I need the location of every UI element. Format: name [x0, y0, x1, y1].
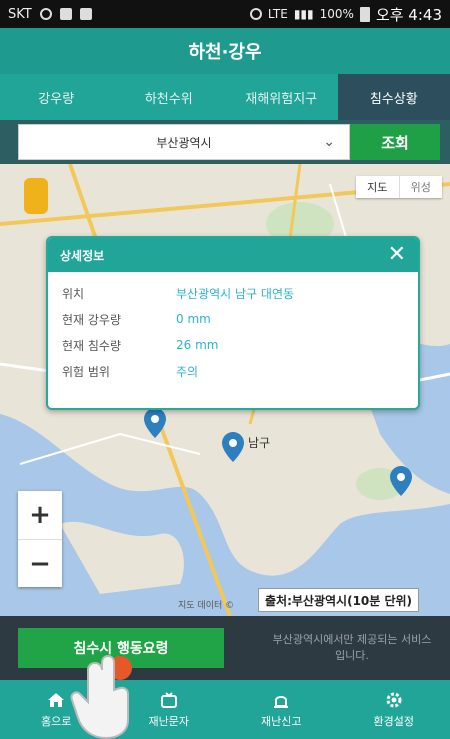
usb-icon — [39, 8, 52, 20]
query-button[interactable]: 조회 — [350, 124, 440, 160]
region-select[interactable]: 부산광역시 ⌄ — [18, 124, 350, 160]
tab-bar: 강우량 하천수위 재해위험지구 침수상황 — [0, 74, 450, 120]
battery-label: 100% — [319, 7, 354, 21]
map-type-map-button[interactable]: 지도 — [356, 176, 399, 198]
popup-row-key: 현재 침수량 — [62, 338, 122, 353]
nav-settings[interactable]: 환경설정 — [338, 680, 450, 739]
nav-disaster-report[interactable]: 재난신고 — [225, 680, 338, 739]
location-marker-icon[interactable] — [222, 432, 244, 462]
popup-title: 상세정보 — [60, 248, 105, 263]
map-attribution: 지도 데이터 © — [178, 601, 235, 611]
popup-header: 상세정보 ✕ — [48, 238, 418, 272]
region-select-value: 부산광역시 — [156, 135, 212, 150]
nav-label: 재난문자 — [148, 714, 189, 728]
map-place-label: 남구 — [248, 436, 271, 450]
bottom-nav: 홈으로 재난문자 재난신고 환경설정 — [0, 680, 450, 739]
region-selector-bar: 부산광역시 ⌄ 조회 — [0, 120, 450, 164]
popup-row-flood-depth: 현재 침수량 26 mm — [48, 332, 418, 358]
popup-row-key: 현재 강우량 — [62, 312, 122, 327]
notification-icon — [59, 8, 72, 20]
tab-rainfall[interactable]: 강우량 — [0, 74, 113, 120]
popup-row-value: 부산광역시 남구 대연동 — [176, 286, 295, 301]
popup-row-value: 주의 — [176, 364, 199, 379]
popup-row-risk-level: 위험 범위 주의 — [48, 358, 418, 384]
hand-pointer-icon — [70, 654, 129, 739]
zoom-controls: + − — [18, 491, 62, 587]
zoom-in-button[interactable]: + — [18, 491, 62, 539]
clock: 오후 4:43 — [375, 5, 442, 24]
signal-icon: ▮▮▮ — [293, 7, 314, 21]
zoom-out-button[interactable]: − — [18, 539, 62, 587]
action-bar: 침수시 행동요령 부산광역시에서만 제공되는 서비스입니다. — [0, 616, 450, 680]
location-marker-icon[interactable] — [144, 408, 166, 438]
nav-label: 환경설정 — [373, 714, 414, 728]
tab-hazard-zone[interactable]: 재해위험지구 — [225, 74, 338, 120]
tab-flood-status[interactable]: 침수상황 — [337, 74, 450, 120]
service-note: 부산광역시에서만 제공되는 서비스입니다. — [272, 633, 432, 662]
nav-label: 홈으로 — [41, 714, 72, 728]
popup-row-rainfall: 현재 강우량 0 mm — [48, 306, 418, 332]
message-icon — [159, 691, 179, 709]
home-icon — [46, 691, 66, 709]
popup-row-location: 위치 부산광역시 남구 대연동 — [48, 280, 418, 306]
popup-row-key: 위치 — [62, 286, 85, 301]
map-type-satellite-button[interactable]: 위성 — [398, 176, 443, 198]
tab-river-level[interactable]: 하천수위 — [113, 74, 226, 120]
battery-icon — [359, 6, 370, 22]
alarm-icon — [249, 8, 262, 20]
detail-popup: 상세정보 ✕ 위치 부산광역시 남구 대연동 현재 강우량 0 mm 현재 침수… — [46, 236, 420, 410]
popup-row-value: 26 mm — [176, 338, 219, 352]
close-icon[interactable]: ✕ — [388, 244, 406, 266]
popup-row-key: 위험 범위 — [62, 364, 110, 379]
status-bar: SKT LTE ▮▮▮ 100% 오후 4:43 — [0, 0, 450, 28]
gear-icon — [384, 691, 404, 709]
map-type-toggle: 지도 위성 — [356, 176, 442, 198]
nav-label: 재난신고 — [261, 714, 302, 728]
chevron-down-icon: ⌄ — [323, 134, 335, 150]
street-view-pegman-icon[interactable] — [24, 178, 48, 214]
popup-row-value: 0 mm — [176, 312, 211, 326]
network-label: LTE — [267, 7, 288, 21]
app-title: 하천·강우 — [0, 28, 450, 74]
data-source-label: 출처:부산광역시(10분 단위) — [258, 588, 420, 612]
carrier-label: SKT — [8, 6, 32, 22]
siren-icon — [271, 691, 291, 709]
location-marker-icon[interactable] — [390, 466, 412, 496]
image-icon — [79, 8, 92, 20]
